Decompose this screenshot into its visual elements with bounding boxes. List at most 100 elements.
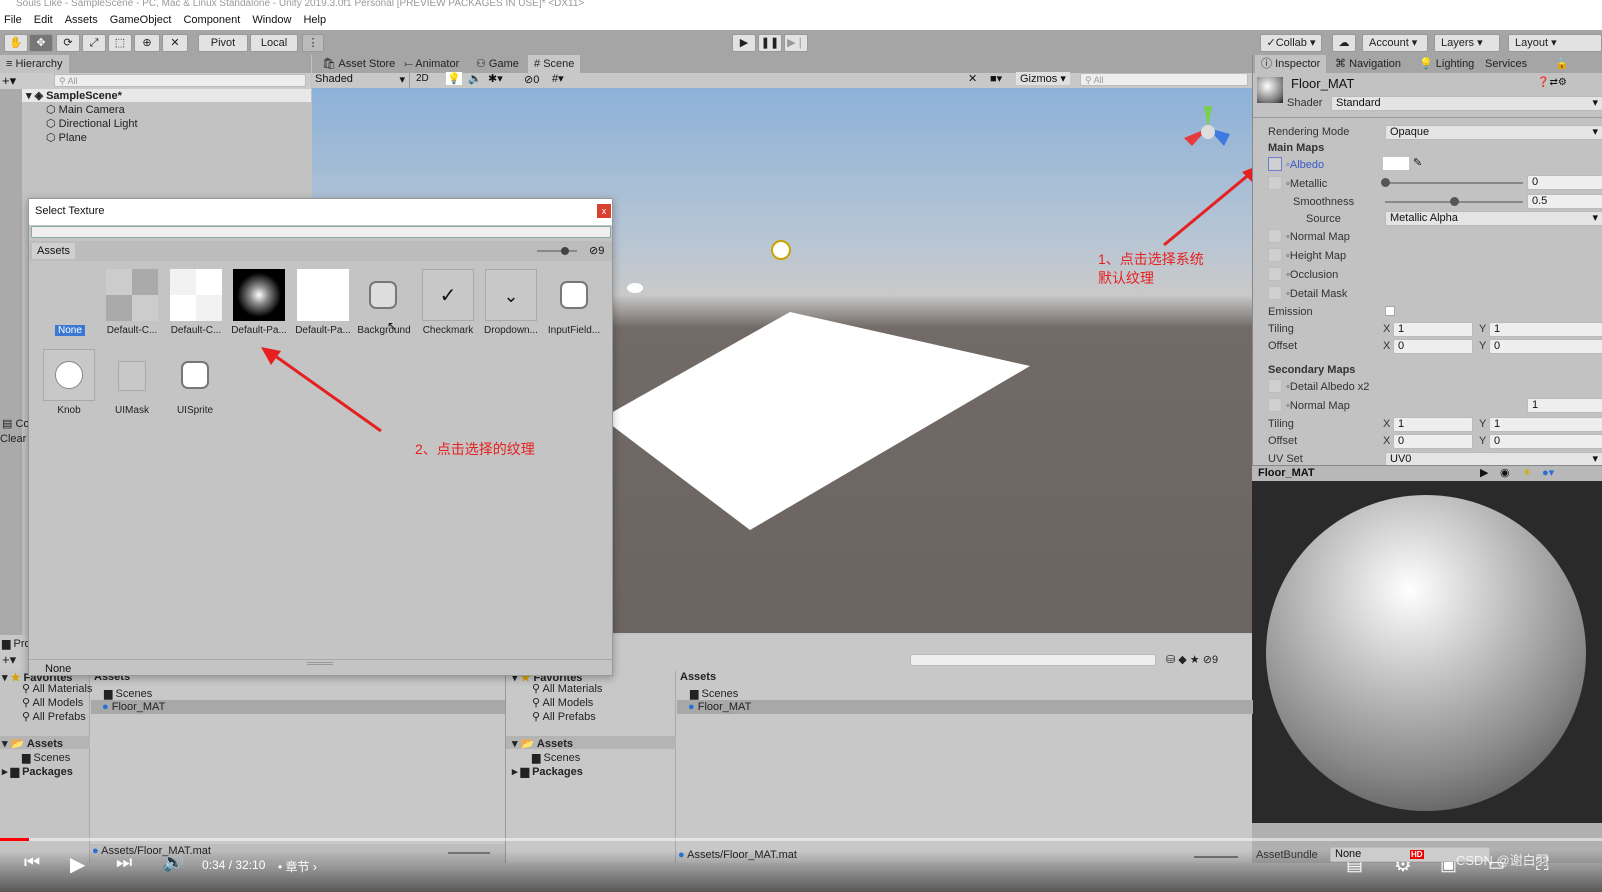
metallic-slider-handle[interactable]	[1381, 178, 1390, 187]
tab-inspector[interactable]: ⓘ Inspector	[1255, 55, 1327, 73]
menu-file[interactable]: File	[4, 12, 22, 30]
scale-tool-icon[interactable]: ⤢	[82, 34, 106, 52]
height-map-slot[interactable]	[1268, 248, 1282, 262]
offset2-y-input[interactable]: 0	[1489, 434, 1602, 449]
texture-search-input[interactable]	[31, 226, 611, 238]
pivot-button[interactable]: Pivot	[198, 34, 248, 52]
resize-handle[interactable]	[307, 662, 333, 665]
collab-button[interactable]: ✓Collab ▾	[1260, 34, 1322, 52]
texture-uisprite[interactable]	[181, 361, 209, 389]
offset-y-input[interactable]: 0	[1489, 339, 1602, 354]
fav-all-models[interactable]: ⚲ All Models	[22, 696, 83, 709]
assets-node[interactable]: ▾ 📂 Assets	[512, 737, 573, 750]
tab-project[interactable]: ▆ Pro	[2, 637, 31, 650]
metallic-input[interactable]: 0	[1527, 175, 1602, 190]
fav-all-materials[interactable]: ⚲ All Materials	[22, 682, 92, 695]
texture-default-checker-white[interactable]	[170, 269, 222, 321]
detail-albedo-slot[interactable]	[1268, 379, 1282, 393]
tiling-x-input[interactable]: 1	[1393, 322, 1473, 337]
offset2-x-input[interactable]: 0	[1393, 434, 1473, 449]
scenes-node[interactable]: ▆ Scenes	[532, 751, 580, 764]
assets-node[interactable]: ▾ 📂 Assets	[2, 737, 63, 750]
hand-tool-icon[interactable]: ✋	[4, 34, 28, 52]
occlusion-slot[interactable]	[1268, 267, 1282, 281]
orientation-gizmo[interactable]	[1184, 106, 1230, 146]
dialog-close-button[interactable]: x	[597, 204, 611, 218]
scene-header[interactable]: ▾ ◈ SampleScene*	[22, 89, 311, 102]
detail-mask-slot[interactable]	[1268, 286, 1282, 300]
normal-map2-slot[interactable]	[1268, 398, 1282, 412]
move-tool-icon[interactable]: ✥	[29, 34, 53, 52]
tab-services[interactable]: Services	[1479, 55, 1533, 73]
tab-animator[interactable]: ⤚ Animator	[398, 55, 465, 73]
metallic-slider[interactable]	[1381, 178, 1523, 187]
chapter-button[interactable]: • 章节 ›	[278, 858, 317, 875]
source-dropdown[interactable]: Metallic Alpha ▾	[1385, 211, 1602, 226]
tiling-y-input[interactable]: 1	[1489, 322, 1602, 337]
texture-none[interactable]: None	[55, 325, 85, 336]
emission-checkbox[interactable]	[1385, 306, 1395, 316]
albedo-texture-slot[interactable]	[1268, 157, 1282, 171]
tab-scene[interactable]: # Scene	[528, 55, 581, 73]
thumbnail-size-slider[interactable]	[537, 247, 577, 255]
albedo-color-swatch[interactable]	[1383, 157, 1409, 170]
layers-dropdown[interactable]: Layers ▾	[1434, 34, 1500, 52]
effects-toggle-icon[interactable]: ✱▾	[488, 72, 503, 85]
texture-background[interactable]	[369, 281, 397, 309]
console-tab[interactable]: ▤ Co	[2, 417, 30, 430]
previous-icon[interactable]: ⏮	[24, 852, 40, 873]
tiling2-y-input[interactable]: 1	[1489, 417, 1602, 432]
tab-hierarchy[interactable]: ≡ Hierarchy	[0, 55, 69, 73]
shader-dropdown[interactable]: Standard ▾	[1331, 96, 1602, 111]
smoothness-slider-handle[interactable]	[1450, 197, 1459, 206]
cloud-icon[interactable]: ☁	[1332, 34, 1356, 52]
tab-asset-store[interactable]: 🛍 Asset Store	[316, 55, 401, 73]
texture-uimask[interactable]	[118, 361, 146, 391]
transform-tool-icon[interactable]: ⊕	[134, 34, 160, 52]
texture-dropdown-arrow[interactable]: ⌄	[485, 269, 537, 321]
tab-lighting[interactable]: 💡 Lighting	[1413, 55, 1480, 73]
step-button[interactable]: ▶❘	[784, 34, 808, 52]
clear-button[interactable]: Clear	[0, 433, 26, 445]
pause-button[interactable]: ❚❚	[758, 34, 782, 52]
content-floor-mat[interactable]: ● Floor_MAT	[688, 701, 751, 713]
menu-assets[interactable]: Assets	[65, 12, 98, 30]
hierarchy-item-directional-light[interactable]: ⬡ Directional Light	[46, 117, 138, 130]
fav-all-models[interactable]: ⚲ All Models	[532, 696, 593, 709]
grid-toggle-icon[interactable]: #▾	[552, 72, 564, 85]
texture-checkmark[interactable]: ✓	[422, 269, 474, 321]
tab-game[interactable]: ⚇ Game	[470, 55, 525, 73]
fav-all-materials[interactable]: ⚲ All Materials	[532, 682, 602, 695]
audio-toggle-icon[interactable]: 🔈	[468, 72, 482, 85]
play-button[interactable]: ▶	[732, 34, 756, 52]
add-icon[interactable]: +▾	[2, 73, 16, 89]
hierarchy-item-plane[interactable]: ⬡ Plane	[46, 131, 87, 144]
content-floor-mat[interactable]: ● Floor_MAT	[102, 701, 165, 713]
offset-x-input[interactable]: 0	[1393, 339, 1473, 354]
normal-scale-input[interactable]: 1	[1527, 398, 1602, 413]
tab-navigation[interactable]: ⌘ Navigation	[1329, 55, 1407, 73]
menu-edit[interactable]: Edit	[34, 12, 53, 30]
custom-tool-icon[interactable]: ✕	[162, 34, 188, 52]
texture-inputfield[interactable]	[560, 281, 588, 309]
account-dropdown[interactable]: Account ▾	[1362, 34, 1428, 52]
project-search-input[interactable]	[910, 654, 1156, 666]
local-button[interactable]: Local	[250, 34, 298, 52]
lighting-toggle-icon[interactable]: 💡	[446, 72, 462, 85]
normal-map-slot[interactable]	[1268, 229, 1282, 243]
preview-light-icon[interactable]: ☀	[1522, 466, 1532, 479]
menu-component[interactable]: Component	[183, 12, 240, 30]
smoothness-slider[interactable]	[1385, 197, 1523, 206]
content-scenes[interactable]: ▆ Scenes	[104, 687, 152, 700]
gizmos-dropdown[interactable]: Gizmos ▾	[1016, 72, 1070, 85]
project-add-icon[interactable]: +▾	[2, 652, 16, 668]
menu-gameobject[interactable]: GameObject	[110, 12, 172, 30]
texture-knob[interactable]	[43, 349, 95, 401]
play-icon[interactable]: ▶	[70, 852, 85, 877]
filter-icons[interactable]: ⛁ ◆ ★ ⊘9	[1166, 653, 1218, 666]
texture-default-particle-white[interactable]	[297, 269, 349, 321]
menu-help[interactable]: Help	[303, 12, 326, 30]
fav-all-prefabs[interactable]: ⚲ All Prefabs	[22, 710, 86, 723]
preview-shape-icon[interactable]: ◉	[1500, 466, 1510, 479]
scene-search-input[interactable]: ⚲ All	[1080, 73, 1248, 86]
